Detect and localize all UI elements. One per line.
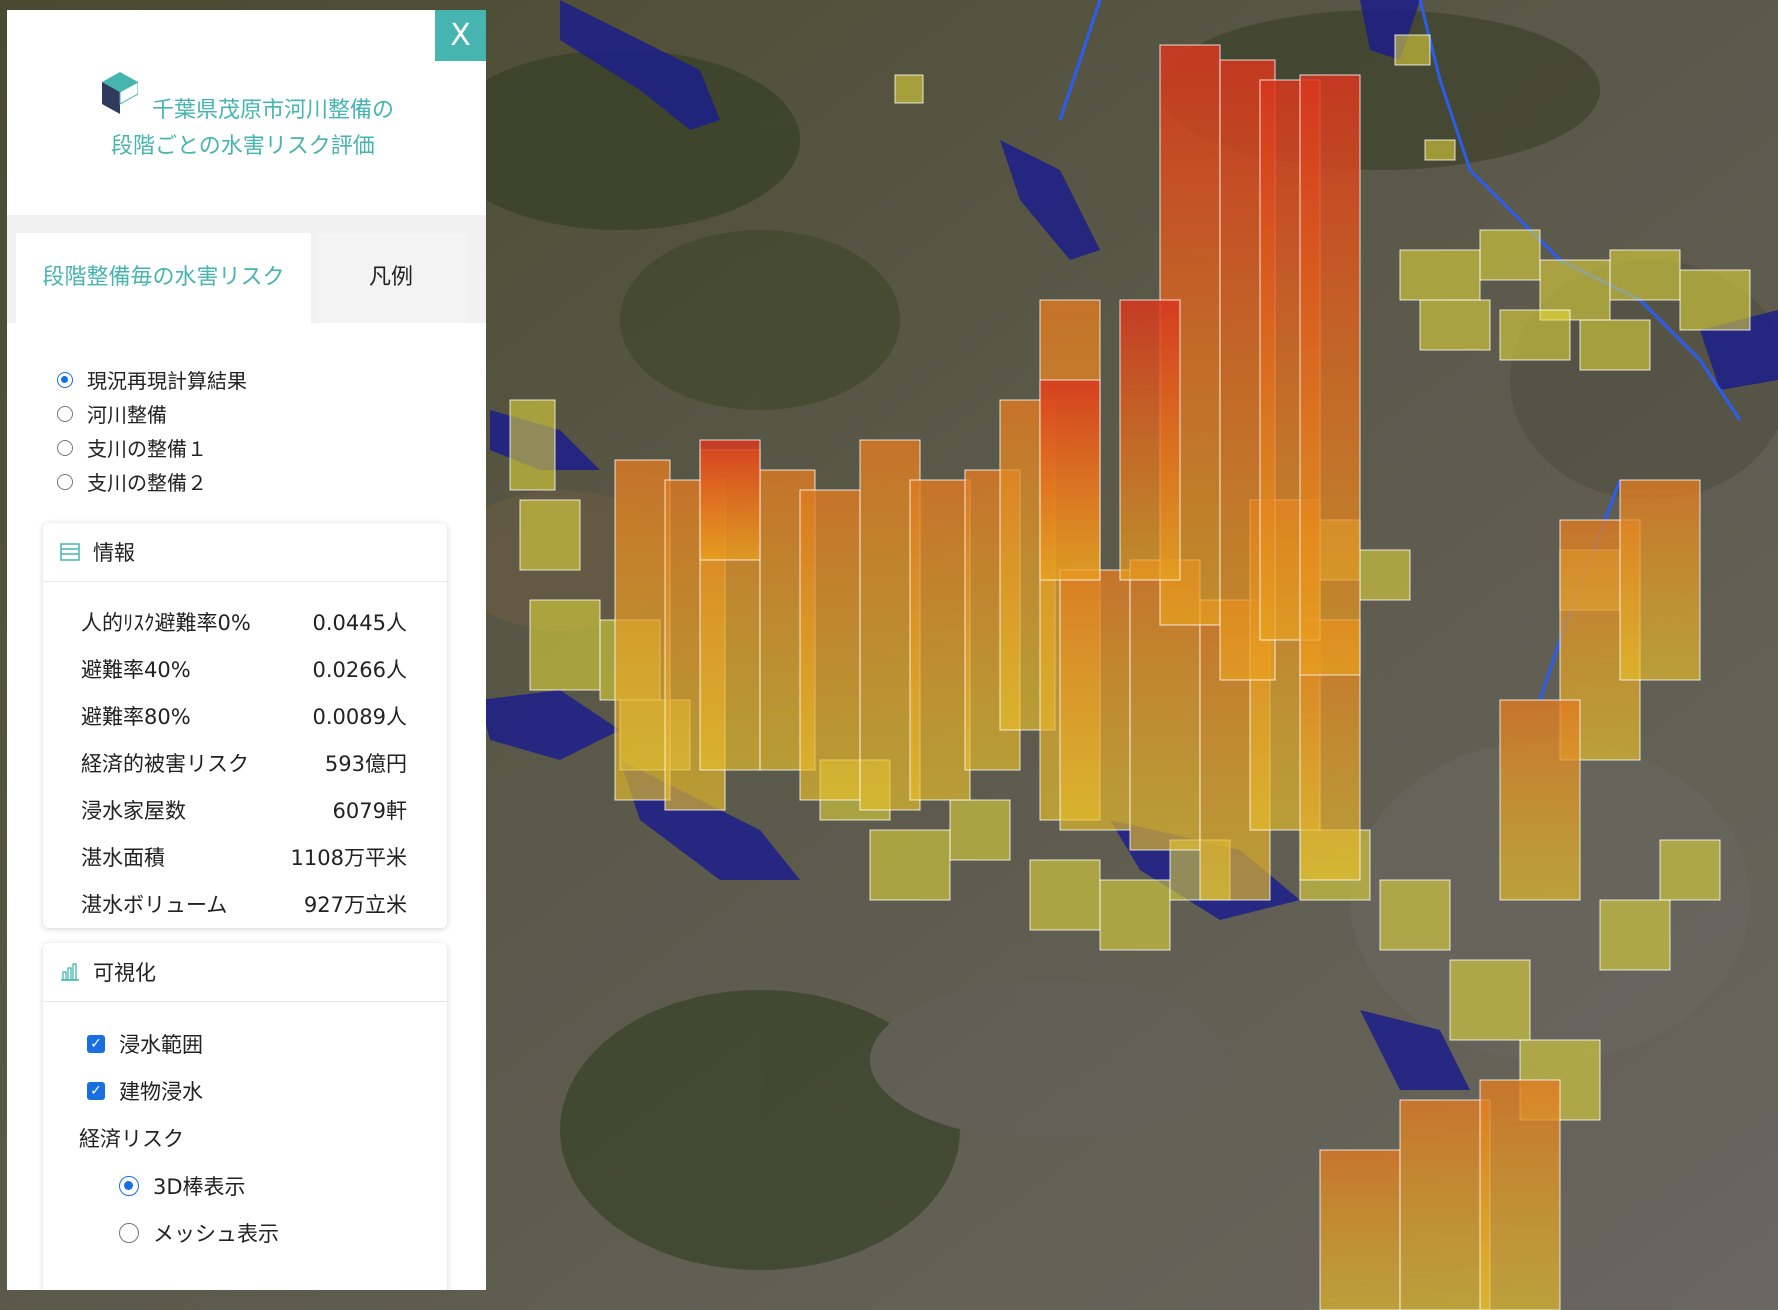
info-label: 人的ﾘｽｸ避難率0%: [81, 611, 251, 635]
radio-button[interactable]: [119, 1176, 139, 1196]
scenario-label: 支川の整備２: [87, 471, 207, 495]
tab-legend[interactable]: 凡例: [314, 233, 468, 323]
info-label: 湛水ボリューム: [81, 893, 228, 917]
info-card: 情報 人的ﾘｽｸ避難率0% 0.0445人 避難率40% 0.0266人 避難率…: [43, 523, 447, 928]
info-label: 避難率40%: [81, 658, 191, 682]
checkbox[interactable]: ✓: [87, 1082, 105, 1100]
radio-button[interactable]: [57, 371, 73, 388]
info-value: 1108万平米: [290, 846, 407, 870]
option-3d-bars[interactable]: 3D棒表示: [119, 1171, 246, 1201]
panel-body: 現況再現計算結果 河川整備 支川の整備１ 支川の整備２ 情報 人的ﾘｽｸ避難率0…: [7, 323, 486, 1290]
option-mesh[interactable]: メッシュ表示: [119, 1218, 279, 1248]
info-row: 湛水面積 1108万平米: [81, 842, 407, 872]
checkbox-building-flood[interactable]: ✓ 建物浸水: [87, 1076, 203, 1106]
scenario-option-river[interactable]: 河川整備: [57, 399, 167, 428]
info-row: 人的ﾘｽｸ避難率0% 0.0445人: [81, 607, 407, 637]
checkbox-flood-extent[interactable]: ✓ 浸水範囲: [87, 1029, 203, 1059]
scenario-option-current[interactable]: 現況再現計算結果: [57, 365, 247, 394]
info-value: 927万立米: [303, 893, 407, 917]
radio-button[interactable]: [57, 439, 73, 456]
bar-chart-icon: [61, 963, 79, 981]
info-label: 避難率80%: [81, 705, 191, 729]
info-value: 0.0089人: [312, 705, 407, 729]
visualization-card: 可視化 ✓ 浸水範囲 ✓ 建物浸水 経済リスク 3D棒表示 メッシュ表示: [43, 943, 447, 1290]
info-label: 経済的被害リスク: [81, 752, 249, 776]
visualization-card-header: 可視化: [43, 943, 447, 1002]
tab-stage-risk[interactable]: 段階整備毎の水害リスク: [16, 233, 311, 323]
side-panel: 千葉県茂原市河川整備の 段階ごとの水害リスク評価 X 段階整備毎の水害リスク 凡…: [7, 10, 486, 1290]
info-value: 593億円: [324, 752, 407, 776]
info-row: 避難率80% 0.0089人: [81, 701, 407, 731]
scenario-option-tributary-1[interactable]: 支川の整備１: [57, 433, 207, 462]
cube-logo-icon: [102, 72, 138, 114]
option-label: メッシュ表示: [153, 1222, 279, 1246]
scenario-label: 支川の整備１: [87, 437, 207, 461]
info-card-header: 情報: [43, 523, 447, 582]
scenario-label: 河川整備: [87, 403, 167, 427]
checkbox-label: 建物浸水: [119, 1080, 203, 1104]
radio-button[interactable]: [57, 405, 73, 422]
radio-button[interactable]: [57, 473, 73, 490]
scenario-option-tributary-2[interactable]: 支川の整備２: [57, 467, 207, 496]
panel-header: 千葉県茂原市河川整備の 段階ごとの水害リスク評価: [7, 10, 486, 215]
close-icon: X: [450, 18, 471, 53]
info-row: 経済的被害リスク 593億円: [81, 748, 407, 778]
info-label: 浸水家屋数: [81, 799, 186, 823]
info-value: 0.0445人: [312, 611, 407, 635]
radio-button[interactable]: [119, 1223, 139, 1243]
economic-risk-label: 経済リスク: [79, 1127, 184, 1151]
checkbox-label: 浸水範囲: [119, 1033, 203, 1057]
scenario-label: 現況再現計算結果: [87, 369, 247, 393]
info-value: 0.0266人: [312, 658, 407, 682]
option-label: 3D棒表示: [153, 1175, 246, 1199]
close-button[interactable]: X: [435, 10, 486, 61]
list-icon: [60, 543, 80, 561]
info-value: 6079軒: [332, 799, 407, 823]
info-card-title: 情報: [93, 541, 135, 565]
info-row: 湛水ボリューム 927万立米: [81, 889, 407, 919]
visualization-card-title: 可視化: [93, 961, 156, 985]
info-row: 避難率40% 0.0266人: [81, 654, 407, 684]
app-title-line1: 千葉県茂原市河川整備の: [152, 98, 395, 123]
app-title-line2: 段階ごとの水害リスク評価: [111, 134, 375, 159]
info-label: 湛水面積: [81, 846, 165, 870]
info-row: 浸水家屋数 6079軒: [81, 795, 407, 825]
checkbox[interactable]: ✓: [87, 1035, 105, 1053]
